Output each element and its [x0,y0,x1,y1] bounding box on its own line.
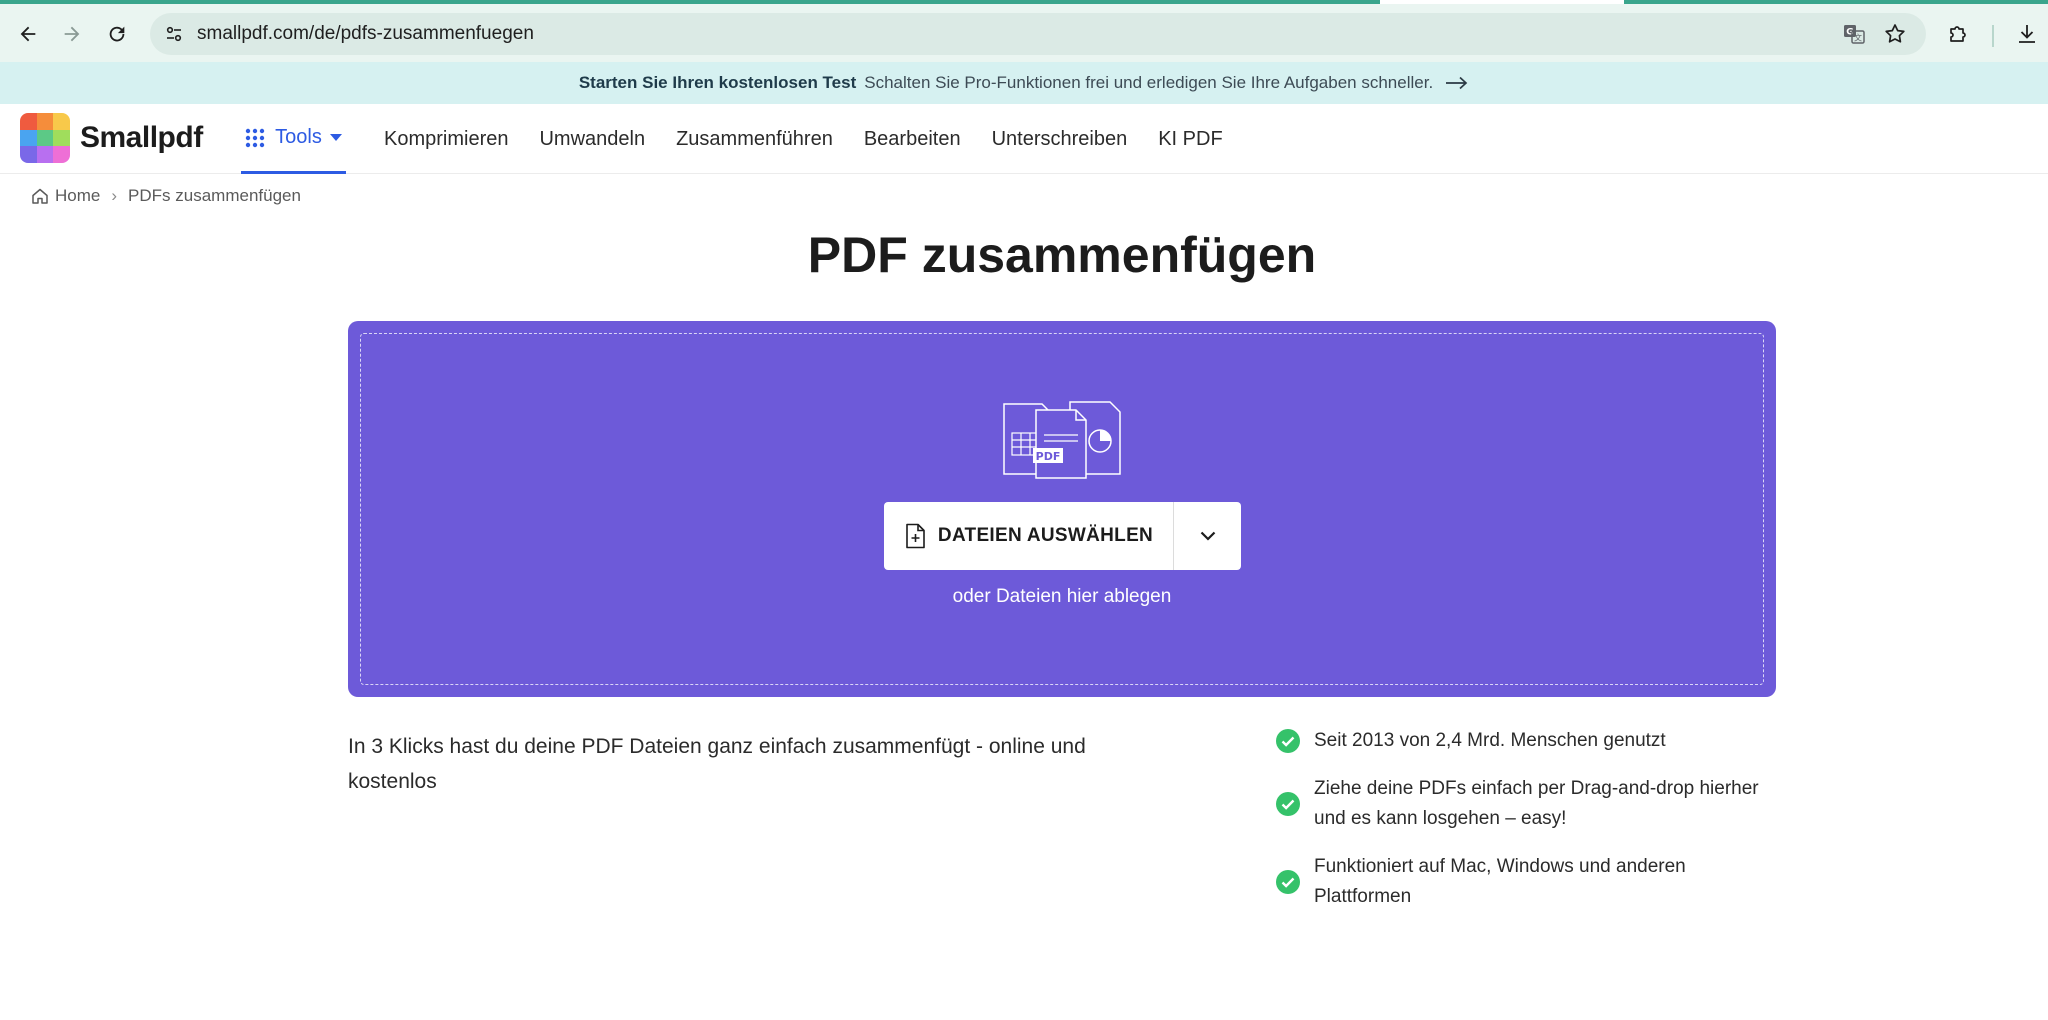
feature-text: Funktioniert auf Mac, Windows und andere… [1314,856,1686,907]
browser-toolbar: smallpdf.com/de/pdfs-zusammenfuegen G 文 [0,4,2048,62]
file-dropzone[interactable]: PDF DATEIEN AUSWÄHLEN oder Dateien hier … [348,321,1776,697]
forward-button[interactable] [55,17,89,51]
tools-menu-button[interactable]: Tools [241,104,346,174]
logo-text: Smallpdf [80,121,203,154]
nav-ki-pdf[interactable]: KI PDF [1158,128,1222,151]
nav-komprimieren[interactable]: Komprimieren [384,128,508,151]
svg-text:文: 文 [1854,33,1862,43]
choose-files-label: DATEIEN AUSWÄHLEN [937,525,1154,546]
tools-label: Tools [275,126,322,148]
logo[interactable]: Smallpdf [20,113,203,163]
grid-icon [245,128,265,147]
reload-icon [109,26,125,42]
feature-list: Seit 2013 von 2,4 Mrd. Menschen genutzt … [1276,726,1776,930]
forward-icon [64,26,80,42]
bookmark-button[interactable] [1879,18,1911,50]
choose-files-button[interactable]: DATEIEN AUSWÄHLEN [884,502,1173,570]
extensions-button[interactable] [1942,17,1976,51]
back-icon [20,26,36,42]
check-icon [1276,870,1300,894]
nav-zusammenfuehren[interactable]: Zusammenführen [676,128,833,151]
file-add-icon [906,523,925,549]
url-text[interactable]: smallpdf.com/de/pdfs-zusammenfuegen [197,23,534,45]
upload-source-dropdown[interactable] [1174,502,1241,570]
nav-unterschreiben[interactable]: Unterschreiben [992,128,1128,151]
toolbar-divider [1992,25,1994,47]
reload-button[interactable] [100,17,134,51]
nav-bearbeiten[interactable]: Bearbeiten [864,128,961,151]
site-header: Smallpdf Tools Komprimieren Umwandeln Zu… [0,104,2048,174]
breadcrumb-current[interactable]: PDFs zusammenfügen [128,186,301,206]
home-icon [32,188,48,204]
feature-item: Ziehe deine PDFs einfach per Drag-and-dr… [1276,774,1776,834]
translate-button[interactable]: G 文 [1838,18,1870,50]
address-bar[interactable]: smallpdf.com/de/pdfs-zusammenfuegen G 文 [150,13,1926,55]
breadcrumb-separator: › [111,186,118,205]
tool-description: In 3 Klicks hast du deine PDF Dateien ga… [348,735,1086,793]
page-title: PDF zusammenfügen [807,227,1317,283]
site-info-icon [166,26,182,42]
feature-item: Funktioniert auf Mac, Windows und andere… [1276,852,1776,912]
promo-banner[interactable]: Starten Sie Ihren kostenlosen Test Schal… [0,62,2048,104]
check-icon [1276,792,1300,816]
chevron-down-icon [1200,531,1215,541]
site-info-button[interactable] [158,18,190,50]
check-icon [1276,729,1300,753]
chevron-down-icon [329,133,342,141]
illustration-pdf-label: PDF [1036,450,1061,463]
documents-illustration: PDF [1003,401,1121,479]
arrow-right-icon [1445,76,1469,90]
download-icon [2019,25,2035,43]
translate-icon: G 文 [1844,25,1865,44]
extensions-icon [1950,26,1966,42]
drop-hint: oder Dateien hier ablegen [952,586,1172,607]
logo-mark [20,113,70,163]
back-button[interactable] [11,17,45,51]
main-nav: Komprimieren Umwandeln Zusammenführen Be… [384,104,1254,174]
feature-text: Seit 2013 von 2,4 Mrd. Menschen genutzt [1314,730,1666,751]
downloads-button[interactable] [2010,17,2044,51]
feature-text: Ziehe deine PDFs einfach per Drag-and-dr… [1314,778,1759,829]
promo-title: Starten Sie Ihren kostenlosen Test [578,73,857,92]
star-icon [1885,24,1905,43]
breadcrumb-home[interactable]: Home [55,186,100,206]
promo-text: Schalten Sie Pro-Funktionen frei und erl… [864,73,1434,92]
breadcrumb: Home › PDFs zusammenfügen [31,186,301,206]
nav-umwandeln[interactable]: Umwandeln [539,128,645,151]
choose-files-split-button: DATEIEN AUSWÄHLEN [884,502,1241,570]
feature-item: Seit 2013 von 2,4 Mrd. Menschen genutzt [1276,726,1776,756]
